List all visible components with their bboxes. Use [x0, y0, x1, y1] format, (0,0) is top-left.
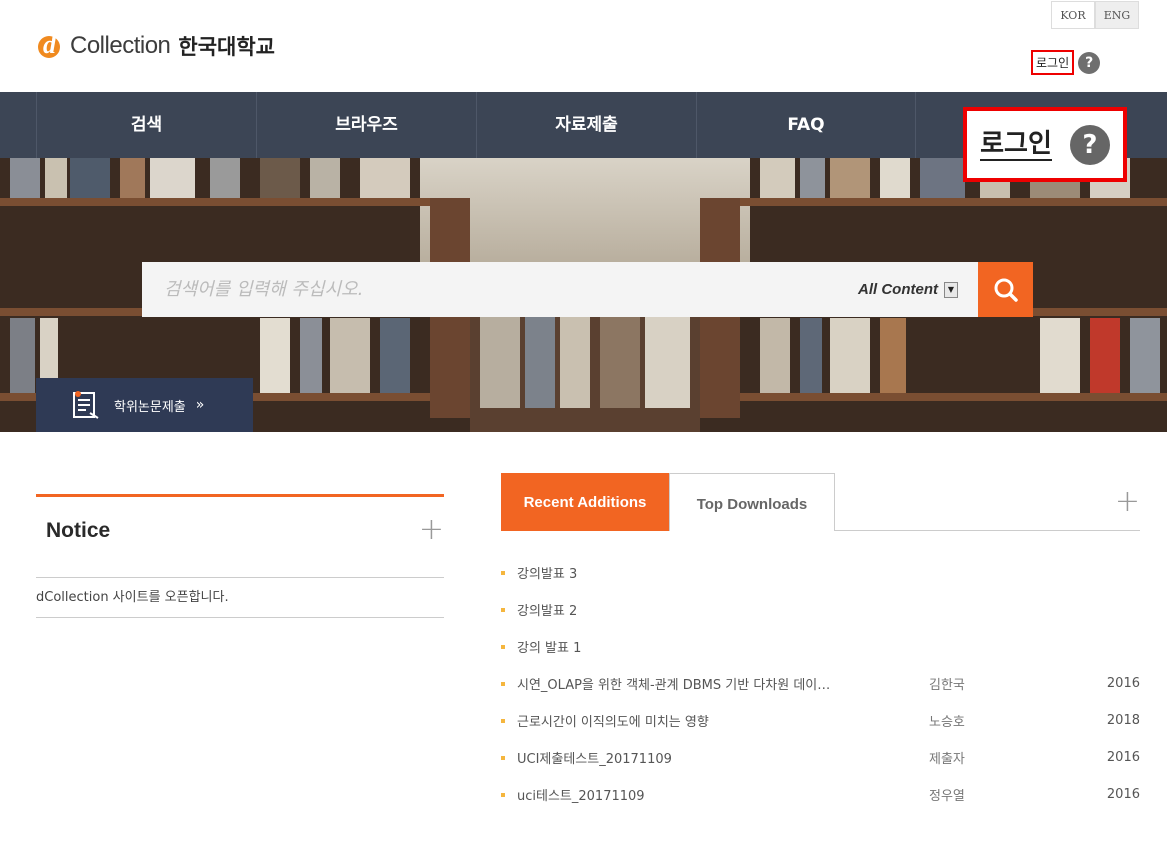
search-button[interactable] — [978, 262, 1033, 317]
notice-panel: Notice + dCollection 사이트를 오픈합니다. — [36, 494, 444, 618]
list-item[interactable]: 근로시간이 이직의도에 미치는 영향 노승호 2018 — [501, 702, 1140, 739]
logo-letter: d — [43, 30, 56, 59]
list-item[interactable]: 강의발표 3 — [501, 554, 1140, 591]
item-title[interactable]: 강의 발표 1 — [517, 637, 907, 656]
search-input[interactable] — [142, 262, 858, 317]
bullet-icon — [501, 607, 505, 612]
search-scope-label: All Content — [858, 281, 938, 298]
tab-top-downloads[interactable]: Top Downloads — [669, 473, 835, 531]
bullet-icon — [501, 755, 505, 760]
list-item[interactable]: uci테스트_20171109 정우열 2016 — [501, 776, 1140, 813]
item-title[interactable]: uci테스트_20171109 — [517, 785, 907, 804]
list-item[interactable]: 강의 발표 1 — [501, 628, 1140, 665]
nav-login: 로그인 ? — [963, 107, 1127, 182]
header-login: 로그인 ? — [1031, 50, 1101, 75]
item-tabs: Recent Additions Top Downloads + — [501, 473, 1140, 531]
item-author: 노승호 — [929, 715, 965, 730]
search-bar: All Content ▼ — [142, 262, 978, 317]
search-scope-select[interactable]: All Content ▼ — [858, 281, 958, 298]
item-title[interactable]: 근로시간이 이직의도에 미치는 영향 — [517, 711, 907, 730]
thesis-submit-button[interactable]: 학위논문제출 » — [36, 378, 253, 432]
item-author: 김한국 — [929, 678, 965, 693]
bullet-icon — [501, 718, 505, 723]
nav-item-submit[interactable]: 자료제출 — [476, 92, 696, 158]
notice-item[interactable]: dCollection 사이트를 오픈합니다. — [36, 578, 444, 618]
help-icon[interactable]: ? — [1069, 124, 1110, 165]
item-title[interactable]: 강의발표 2 — [517, 600, 907, 619]
nav-item-search[interactable]: 검색 — [36, 92, 256, 158]
notice-more-icon[interactable]: + — [419, 515, 444, 545]
thesis-submit-label: 학위논문제출 — [114, 399, 186, 415]
recent-items-list: 강의발표 3 강의발표 2 강의 발표 1 시연_OLAP을 위한 객체-관계 … — [501, 554, 1140, 813]
bullet-icon — [501, 681, 505, 686]
list-item[interactable]: 강의발표 2 — [501, 591, 1140, 628]
search-icon — [994, 278, 1018, 302]
item-title[interactable]: 시연_OLAP을 위한 객체-관계 DBMS 기반 다차원 데이… — [517, 674, 907, 693]
item-author: 정우열 — [929, 789, 965, 804]
lang-kor-button[interactable]: KOR — [1051, 1, 1095, 29]
more-items-icon[interactable]: + — [1115, 487, 1140, 517]
item-year: 2016 — [1106, 676, 1140, 691]
tab-recent-additions[interactable]: Recent Additions — [501, 473, 669, 531]
item-year: 2016 — [1106, 787, 1140, 802]
dropdown-arrow-icon[interactable]: ▼ — [944, 281, 958, 298]
list-item[interactable]: UCI제출테스트_20171109 제출자 2016 — [501, 739, 1140, 776]
header-login-link[interactable]: 로그인 — [1031, 50, 1075, 75]
double-chevron-right-icon: » — [195, 397, 205, 413]
hero-banner: All Content ▼ 학위논문제출 » — [0, 158, 1167, 432]
item-year: 2016 — [1106, 750, 1140, 765]
logo-text: Collection — [70, 32, 171, 59]
university-name: 한국대학교 — [178, 35, 275, 59]
lang-eng-button[interactable]: ENG — [1095, 1, 1139, 29]
bullet-icon — [501, 570, 505, 575]
help-icon[interactable]: ? — [1078, 51, 1101, 74]
item-author: 제출자 — [929, 752, 965, 767]
nav-login-link[interactable]: 로그인 — [980, 129, 1052, 161]
list-item[interactable]: 시연_OLAP을 위한 객체-관계 DBMS 기반 다차원 데이… 김한국 20… — [501, 665, 1140, 702]
item-title[interactable]: UCI제출테스트_20171109 — [517, 748, 907, 767]
nav-item-browse[interactable]: 브라우즈 — [256, 92, 476, 158]
document-edit-icon — [73, 391, 99, 419]
nav-item-faq[interactable]: FAQ — [696, 92, 916, 158]
site-logo[interactable]: d Collection 한국대학교 — [36, 28, 275, 64]
bullet-icon — [501, 644, 505, 649]
language-switcher: KOR ENG — [1051, 1, 1139, 29]
item-year: 2018 — [1106, 713, 1140, 728]
logo-d-icon: d — [36, 30, 70, 61]
bullet-icon — [501, 792, 505, 797]
item-title[interactable]: 강의발표 3 — [517, 563, 907, 582]
notice-title: Notice — [46, 519, 111, 542]
